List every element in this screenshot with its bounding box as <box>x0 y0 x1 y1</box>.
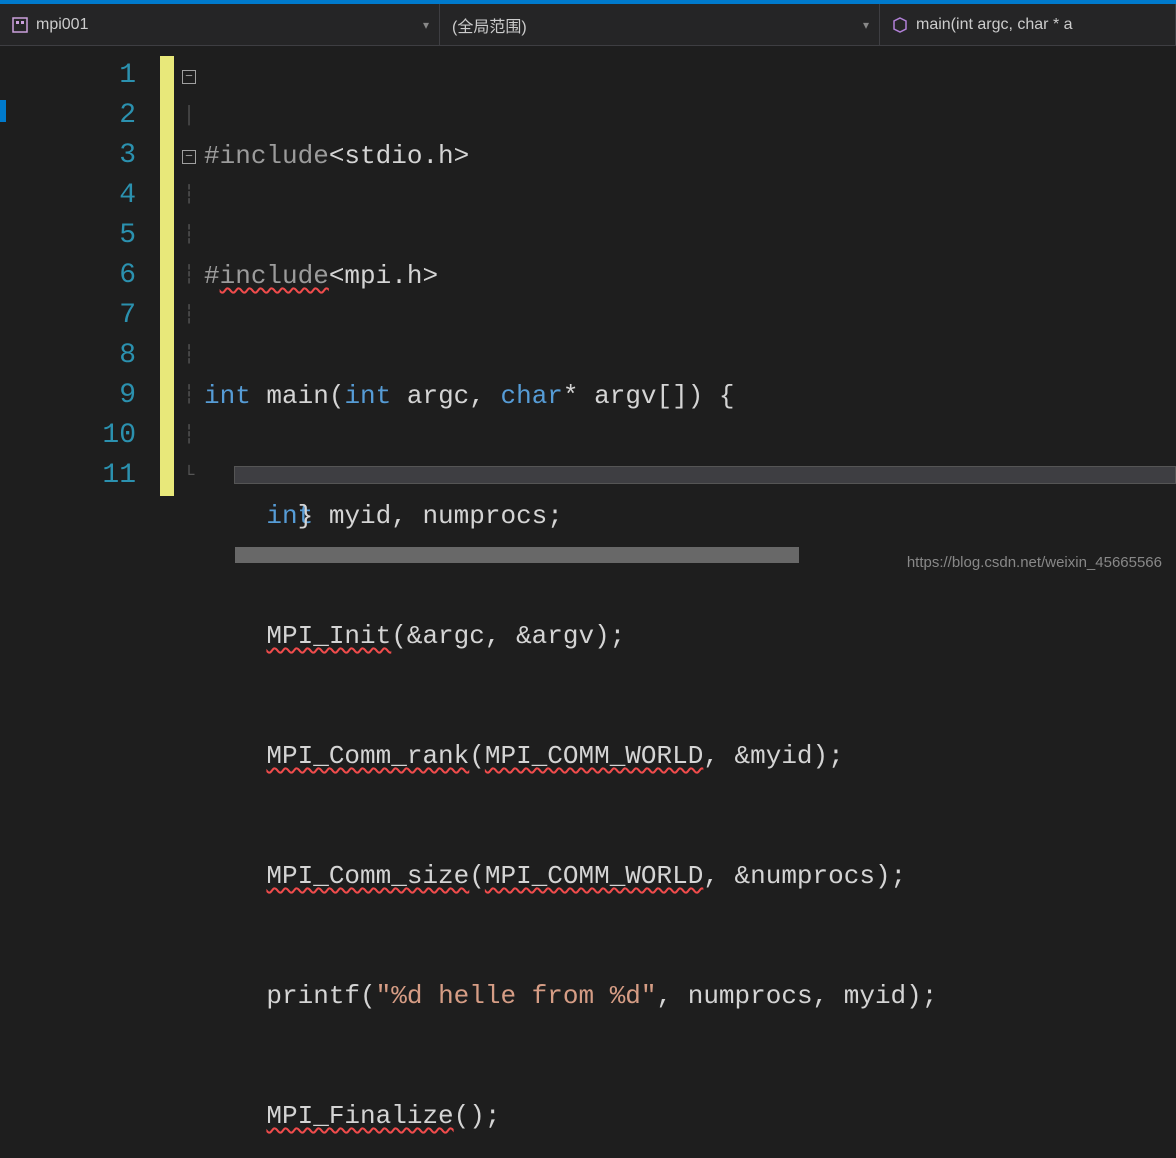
code-line: } <box>204 456 1176 496</box>
fold-line: │ <box>174 96 204 136</box>
bookmark-indicator <box>0 100 6 122</box>
fold-line: ┆ <box>174 416 204 456</box>
code-line: MPI_Comm_size(MPI_COMM_WORLD, &numprocs)… <box>204 856 1176 896</box>
fold-line: ┆ <box>174 336 204 376</box>
file-dropdown-label: mpi001 <box>36 16 88 34</box>
fold-line: ┆ <box>174 256 204 296</box>
fold-line: ┆ <box>174 216 204 256</box>
method-icon <box>892 17 908 33</box>
line-number: 11 <box>10 456 136 496</box>
code-line: MPI_Init(&argc, &argv); <box>204 616 1176 656</box>
code-line: printf("%d helle from %d", numprocs, myi… <box>204 976 1176 1016</box>
line-number: 5 <box>10 216 136 256</box>
change-indicator <box>160 46 174 579</box>
fold-toggle[interactable]: − <box>182 150 196 164</box>
scroll-thumb[interactable] <box>235 547 799 563</box>
fold-line: ┆ <box>174 296 204 336</box>
watermark-text: https://blog.csdn.net/weixin_45665566 <box>907 554 1162 571</box>
chevron-down-icon: ▾ <box>423 18 429 32</box>
scope-dropdown[interactable]: (全局范围) ▾ <box>440 4 880 45</box>
navigation-bar: mpi001 ▾ (全局范围) ▾ main(int argc, char * … <box>0 4 1176 46</box>
chevron-down-icon: ▾ <box>863 18 869 32</box>
scope-dropdown-label: (全局范围) <box>452 13 527 37</box>
line-number: 10 <box>10 416 136 456</box>
code-line: int main(int argc, char* argv[]) { <box>204 376 1176 416</box>
code-line: MPI_Finalize(); <box>204 1096 1176 1136</box>
fold-line: ┆ <box>174 176 204 216</box>
fold-line: └ <box>174 456 204 496</box>
code-line: #include<stdio.h> <box>204 136 1176 176</box>
cpp-file-icon <box>12 17 28 33</box>
function-dropdown[interactable]: main(int argc, char * a <box>880 4 1176 45</box>
code-line: #include<mpi.h> <box>204 256 1176 296</box>
line-number-gutter: 1 2 3 4 5 6 7 8 9 10 11 <box>10 46 160 579</box>
function-dropdown-label: main(int argc, char * a <box>916 16 1073 34</box>
code-editor[interactable]: 1 2 3 4 5 6 7 8 9 10 11 − │ − ┆ ┆ ┆ ┆ ┆ … <box>0 46 1176 579</box>
fold-line: ┆ <box>174 376 204 416</box>
fold-gutter: − │ − ┆ ┆ ┆ ┆ ┆ ┆ ┆ └ <box>174 46 204 579</box>
line-number: 9 <box>10 376 136 416</box>
line-number: 2 <box>10 96 136 136</box>
file-dropdown[interactable]: mpi001 ▾ <box>0 4 440 45</box>
code-content[interactable]: #include<stdio.h> #include<mpi.h> int ma… <box>204 46 1176 579</box>
line-number: 6 <box>10 256 136 296</box>
line-number: 4 <box>10 176 136 216</box>
line-number: 8 <box>10 336 136 376</box>
line-number: 7 <box>10 296 136 336</box>
line-number: 1 <box>10 56 136 96</box>
fold-toggle[interactable]: − <box>182 70 196 84</box>
code-line: MPI_Comm_rank(MPI_COMM_WORLD, &myid); <box>204 736 1176 776</box>
breakpoint-margin[interactable] <box>0 46 10 579</box>
modified-indicator <box>160 56 174 496</box>
line-number: 3 <box>10 136 136 176</box>
horizontal-scrollbar[interactable] <box>234 466 1176 484</box>
